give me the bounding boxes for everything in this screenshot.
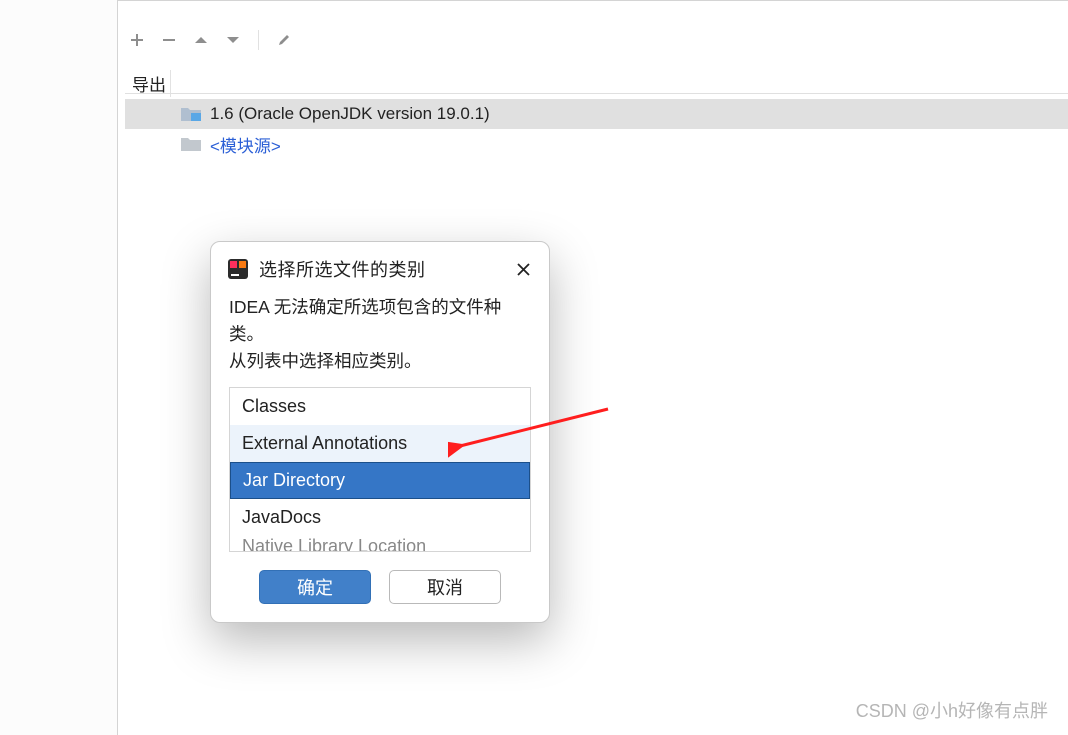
add-icon[interactable] [128,31,146,49]
tree-item-jdk[interactable]: 1.6 (Oracle OpenJDK version 19.0.1) [125,99,1068,129]
category-list[interactable]: Classes External Annotations Jar Directo… [229,387,531,552]
list-item-selected[interactable]: Jar Directory [230,462,530,499]
dialog-message-line: 从列表中选择相应类别。 [229,348,531,375]
dialog-message: IDEA 无法确定所选项包含的文件种类。 从列表中选择相应类别。 [211,292,549,387]
edit-icon[interactable] [275,31,293,49]
intellij-icon [227,258,249,280]
folder-jdk-icon [180,105,202,123]
folder-icon [180,135,202,153]
arrow-down-icon[interactable] [224,31,242,49]
dialog-select-category: 选择所选文件的类别 IDEA 无法确定所选项包含的文件种类。 从列表中选择相应类… [210,241,550,623]
divider [125,93,1068,94]
dialog-buttons: 确定 取消 [211,552,549,622]
watermark: CSDN @小h好像有点胖 [856,697,1048,723]
list-item[interactable]: JavaDocs [230,499,530,536]
cancel-button[interactable]: 取消 [389,570,501,604]
list-item[interactable]: Classes [230,388,530,425]
tree: 1.6 (Oracle OpenJDK version 19.0.1) <模块源… [125,99,1068,159]
list-item[interactable]: External Annotations [230,425,530,462]
tree-item-module-source[interactable]: <模块源> [125,129,1068,159]
dialog-title: 选择所选文件的类别 [259,256,426,282]
toolbar [128,30,293,50]
list-item[interactable]: Native Library Location [230,536,530,552]
close-icon[interactable] [513,259,533,279]
tree-item-label: 1.6 (Oracle OpenJDK version 19.0.1) [210,104,490,124]
remove-icon[interactable] [160,31,178,49]
ok-button[interactable]: 确定 [259,570,371,604]
dialog-message-line: IDEA 无法确定所选项包含的文件种类。 [229,294,531,348]
dialog-header: 选择所选文件的类别 [211,242,549,292]
toolbar-separator [258,30,259,50]
tree-item-label: <模块源> [210,132,281,157]
arrow-up-icon[interactable] [192,31,210,49]
